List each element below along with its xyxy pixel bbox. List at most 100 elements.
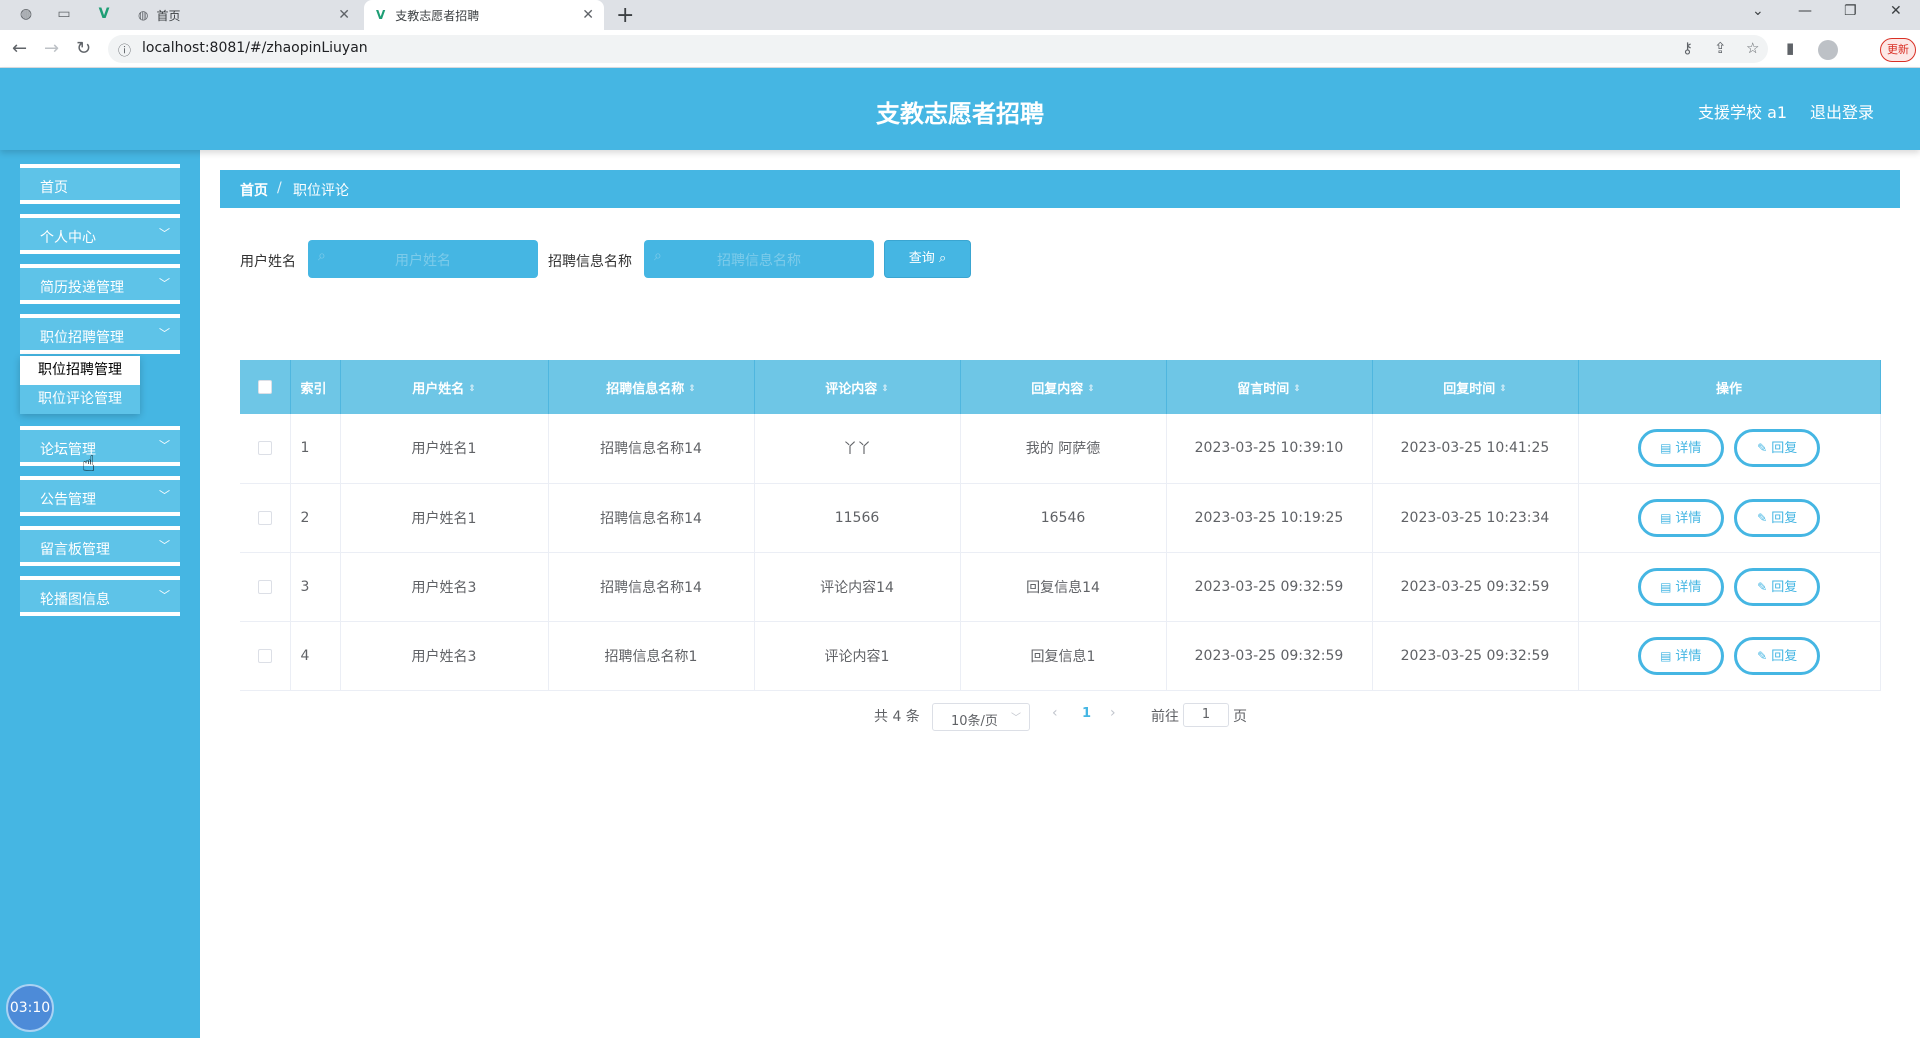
column-header-reply[interactable]: 回复内容 ⇕ xyxy=(960,360,1167,414)
cell-actions: ▤ 详情 ✎ 回复 xyxy=(1578,414,1881,484)
sidebar-item-label: 留言板管理 xyxy=(40,542,110,558)
sort-icon[interactable]: ⇕ xyxy=(1499,384,1507,394)
column-header-comment[interactable]: 评论内容 ⇕ xyxy=(754,360,961,414)
sidebar-item-resume[interactable]: 简历投递管理 ﹀ xyxy=(20,264,180,304)
sidebar-item-label: 公告管理 xyxy=(40,492,96,508)
close-icon[interactable]: ✕ xyxy=(338,7,350,23)
sidepanel-icon[interactable]: ▮ xyxy=(1786,39,1794,57)
sort-icon[interactable]: ⇕ xyxy=(468,384,476,394)
prev-page-icon[interactable]: ‹ xyxy=(1052,705,1058,721)
info-icon[interactable]: ⓘ xyxy=(118,40,131,59)
back-icon[interactable]: ← xyxy=(12,38,27,59)
sort-icon[interactable]: ⇕ xyxy=(688,384,696,394)
url-input[interactable]: ⓘ localhost:8081/#/zhaopinLiuyan xyxy=(108,35,1768,63)
user-name-label: 用户姓名 xyxy=(240,254,296,270)
page-number-current[interactable]: 1 xyxy=(1082,706,1091,721)
sidebar-item-job-recruit[interactable]: 职位招聘管理 ﹀ xyxy=(20,314,180,354)
sidebar-item-notice[interactable]: 公告管理 ﹀ xyxy=(20,476,180,516)
detail-button[interactable]: ▤ 详情 xyxy=(1637,567,1724,606)
browser-tabstrip: ◍ ▭ V ◍ 首页 ✕ V 支教志愿者招聘 ✕ + ⌄ — ❐ ✕ xyxy=(0,0,1920,30)
sort-icon[interactable]: ⇕ xyxy=(1293,384,1301,394)
row-checkbox[interactable] xyxy=(257,579,272,594)
close-window-icon[interactable]: ✕ xyxy=(1890,3,1902,19)
edit-icon: ✎ xyxy=(1757,579,1768,594)
star-icon[interactable]: ☆ xyxy=(1746,39,1759,57)
job-name-input[interactable]: ⌕ 招聘信息名称 xyxy=(644,240,874,278)
key-icon[interactable]: ⚷ xyxy=(1682,39,1693,57)
document-icon: ▤ xyxy=(1660,510,1672,525)
reply-button[interactable]: ✎ 回复 xyxy=(1734,429,1821,468)
reply-button[interactable]: ✎ 回复 xyxy=(1734,567,1821,606)
sidebar-item-personal-center[interactable]: 个人中心 ﹀ xyxy=(20,214,180,254)
sort-icon[interactable]: ⇕ xyxy=(881,384,889,394)
detail-button[interactable]: ▤ 详情 xyxy=(1637,429,1724,468)
submenu-item-job-recruit[interactable]: 职位招聘管理 xyxy=(20,356,140,385)
forward-icon[interactable]: → xyxy=(44,38,59,59)
table-row: 1 用户姓名1 招聘信息名称14 丫丫 我的 阿萨德 2023-03-25 10… xyxy=(240,414,1881,484)
new-tab-icon[interactable]: + xyxy=(616,3,634,28)
detail-button[interactable]: ▤ 详情 xyxy=(1637,636,1724,675)
page-size-select[interactable]: 10条/页 ﹀ xyxy=(932,703,1030,731)
reply-button[interactable]: ✎ 回复 xyxy=(1734,498,1821,537)
current-user: 支援学校 a1 xyxy=(1698,103,1788,122)
reply-button-label: 回复 xyxy=(1771,441,1798,457)
blank-tab-icon[interactable]: ▭ xyxy=(56,6,72,22)
document-icon: ▤ xyxy=(1660,441,1672,456)
column-header-job[interactable]: 招聘信息名称 ⇕ xyxy=(548,360,755,414)
chevron-down-icon: ﹀ xyxy=(1011,713,1021,724)
reload-icon[interactable]: ↻ xyxy=(76,38,91,59)
globe-icon[interactable]: ◍ xyxy=(18,6,34,22)
update-button[interactable]: 更新 xyxy=(1880,38,1916,62)
document-icon: ▤ xyxy=(1660,579,1672,594)
table-row: 3 用户姓名3 招聘信息名称14 评论内容14 回复信息14 2023-03-2… xyxy=(240,552,1881,622)
share-icon[interactable]: ⇪ xyxy=(1714,39,1727,57)
address-bar: ← → ↻ ⓘ localhost:8081/#/zhaopinLiuyan ⚷… xyxy=(0,30,1920,68)
reply-button[interactable]: ✎ 回复 xyxy=(1734,636,1821,675)
next-page-icon[interactable]: › xyxy=(1110,705,1116,721)
query-button[interactable]: 查询 ⌕ xyxy=(884,240,971,278)
sidebar-item-home[interactable]: 首页 xyxy=(20,164,180,204)
chevron-down-icon: ﹀ xyxy=(159,277,170,290)
submenu-job-recruit: 职位招聘管理 职位评论管理 xyxy=(20,356,140,414)
column-header-label: 招聘信息名称 xyxy=(606,381,685,397)
sidebar-item-forum[interactable]: 论坛管理 ﹀ xyxy=(20,426,180,466)
tab-title: 支教志愿者招聘 xyxy=(395,8,480,23)
column-header-label: 回复时间 xyxy=(1443,381,1496,397)
cell-comment: 11566 xyxy=(754,483,961,553)
cell-comment: 丫丫 xyxy=(754,414,961,484)
reply-button-label: 回复 xyxy=(1771,648,1798,664)
logout-button[interactable]: 退出登录 xyxy=(1810,99,1874,123)
close-icon[interactable]: ✕ xyxy=(582,7,594,23)
column-header-user[interactable]: 用户姓名 ⇕ xyxy=(340,360,549,414)
sidebar-item-carousel[interactable]: 轮播图信息 ﹀ xyxy=(20,576,180,616)
profile-avatar[interactable] xyxy=(1818,40,1838,60)
tab-home[interactable]: ◍ 首页 ✕ xyxy=(130,0,360,30)
user-name-input[interactable]: ⌕ 用户姓名 xyxy=(308,240,538,278)
chevron-down-icon[interactable]: ⌄ xyxy=(1752,3,1764,19)
app-title: 支教志愿者招聘 xyxy=(876,100,1044,128)
edit-icon: ✎ xyxy=(1757,510,1768,525)
row-checkbox[interactable] xyxy=(257,510,272,525)
submenu-item-job-comment[interactable]: 职位评论管理 xyxy=(20,385,140,414)
sort-icon[interactable]: ⇕ xyxy=(1087,384,1095,394)
detail-button[interactable]: ▤ 详情 xyxy=(1637,498,1724,537)
breadcrumb-home[interactable]: 首页 xyxy=(240,180,268,200)
column-header-label: 留言时间 xyxy=(1237,381,1290,397)
column-header-time[interactable]: 留言时间 ⇕ xyxy=(1166,360,1373,414)
sidebar-item-label: 首页 xyxy=(40,180,68,196)
row-checkbox[interactable] xyxy=(257,441,272,456)
column-header-actions: 操作 xyxy=(1578,360,1881,414)
minimize-icon[interactable]: — xyxy=(1798,3,1812,19)
query-button-label: 查询 xyxy=(908,251,935,266)
column-header-reply-time[interactable]: 回复时间 ⇕ xyxy=(1372,360,1579,414)
row-checkbox[interactable] xyxy=(257,648,272,663)
restore-icon[interactable]: ❐ xyxy=(1844,3,1857,19)
sidebar-item-message-board[interactable]: 留言板管理 ﹀ xyxy=(20,526,180,566)
goto-page-input[interactable]: 1 xyxy=(1183,703,1229,727)
cell-reply-time: 2023-03-25 09:32:59 xyxy=(1372,552,1579,622)
sidebar: 首页 个人中心 ﹀ 简历投递管理 ﹀ 职位招聘管理 ﹀ 论坛管理 ﹀ 公告管理 … xyxy=(0,150,200,1038)
select-all-checkbox[interactable] xyxy=(257,380,272,394)
vue-icon[interactable]: V xyxy=(96,6,112,22)
globe-icon: ◍ xyxy=(138,8,149,22)
tab-active[interactable]: V 支教志愿者招聘 ✕ xyxy=(364,0,604,30)
